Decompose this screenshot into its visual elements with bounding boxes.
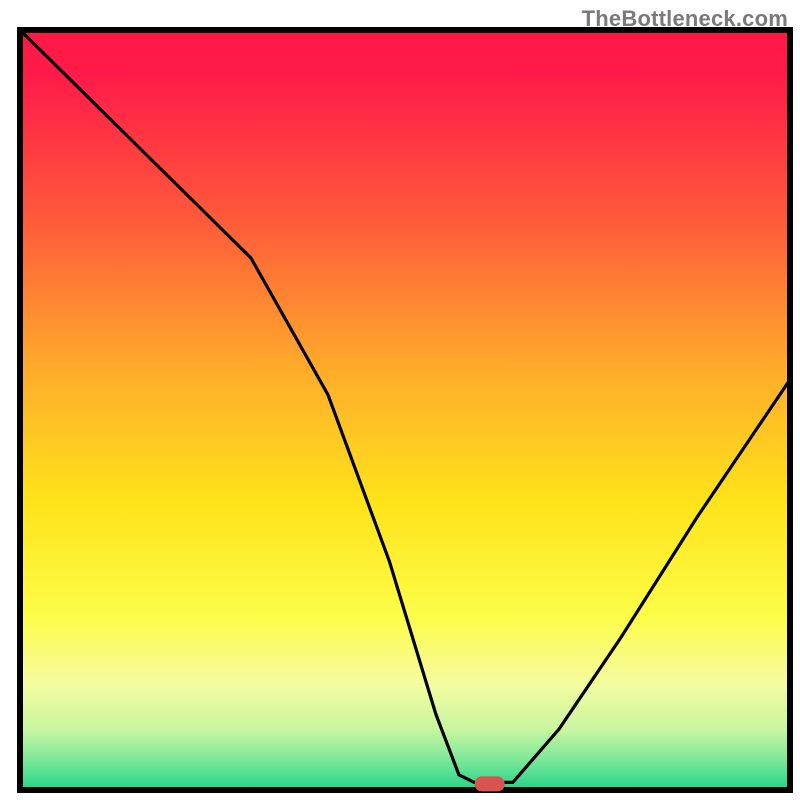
minimum-marker (475, 776, 505, 791)
bottleneck-plot (0, 0, 800, 800)
chart-container: TheBottleneck.com (0, 0, 800, 800)
